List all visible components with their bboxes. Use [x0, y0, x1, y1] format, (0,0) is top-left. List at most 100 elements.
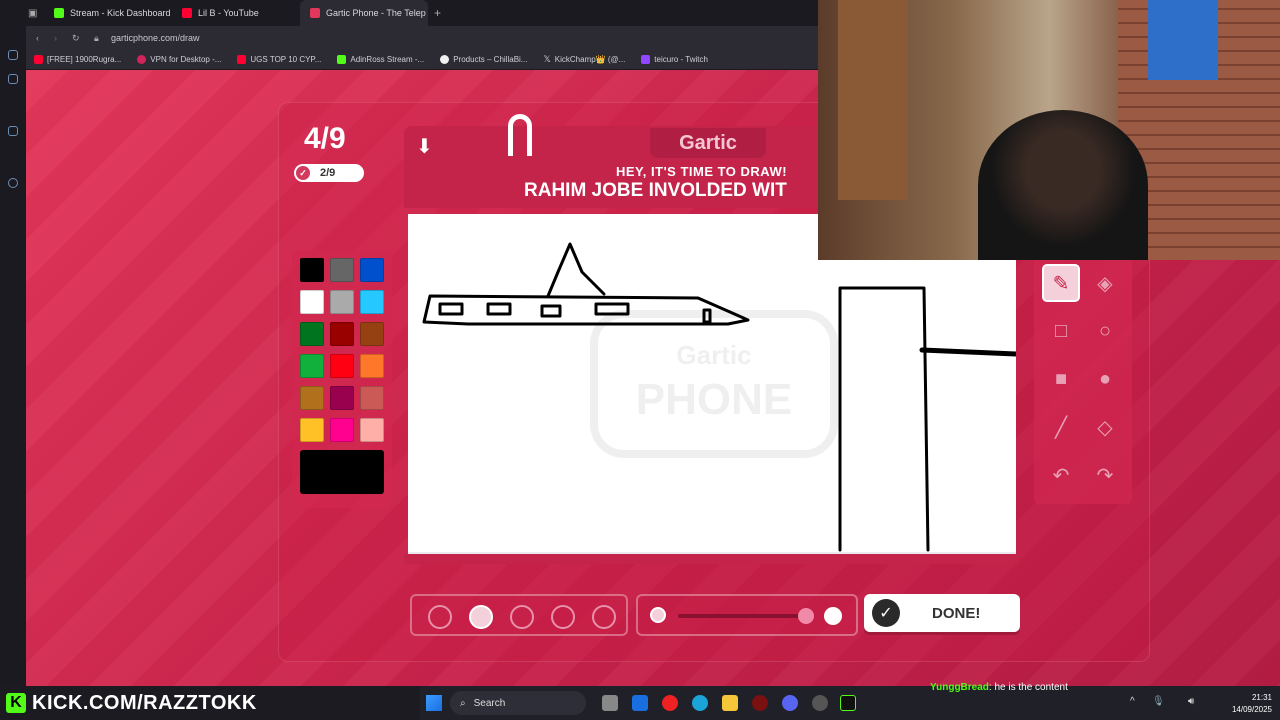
- bookmark-item[interactable]: VPN for Desktop -...: [137, 55, 221, 64]
- chrome-icon[interactable]: [812, 695, 828, 711]
- color-swatch[interactable]: [330, 386, 354, 410]
- explorer-icon[interactable]: [722, 695, 738, 711]
- app-icon[interactable]: [752, 695, 768, 711]
- opera-icon[interactable]: [662, 695, 678, 711]
- tab-youtube[interactable]: Lil B - YouTube: [172, 0, 300, 26]
- volume-icon[interactable]: 🔊︎: [1188, 696, 1194, 707]
- bucket-fill-icon[interactable]: ◇: [1086, 408, 1124, 446]
- sidebar-player-icon[interactable]: [8, 126, 18, 136]
- youtube-icon: [34, 55, 43, 64]
- redo-icon[interactable]: ↷: [1086, 456, 1124, 494]
- mic-icon[interactable]: 🎙︎: [1152, 696, 1165, 707]
- brush-size-1[interactable]: [428, 605, 452, 629]
- youtube-icon: [237, 55, 247, 64]
- sidebar-settings-icon[interactable]: [8, 178, 18, 188]
- twitch-icon: [641, 55, 651, 64]
- gartic-logo: Gartic: [650, 128, 766, 158]
- line-tool-icon[interactable]: ╱: [1042, 408, 1080, 446]
- bookmark-item[interactable]: Products – ChillaBi...: [440, 55, 527, 64]
- forward-icon[interactable]: ›: [54, 33, 57, 43]
- eraser-tool-icon[interactable]: ◈: [1086, 264, 1124, 302]
- download-icon[interactable]: ⬇: [416, 134, 440, 160]
- bookmark-item[interactable]: teicuro - Twitch: [641, 55, 708, 64]
- opacity-low-icon: [650, 607, 666, 623]
- color-swatch[interactable]: [330, 322, 354, 346]
- rectangle-fill-icon[interactable]: ■: [1042, 360, 1080, 398]
- opacity-high-icon: [824, 607, 842, 625]
- tab-kick-dashboard[interactable]: Stream - Kick Dashboard: [44, 0, 172, 26]
- shop-icon: [440, 55, 450, 64]
- color-swatch[interactable]: [360, 386, 384, 410]
- color-swatch[interactable]: [360, 322, 384, 346]
- brush-size-4[interactable]: [551, 605, 575, 629]
- brush-size-5[interactable]: [592, 605, 616, 629]
- browser-sidebar: [0, 26, 26, 686]
- color-swatch[interactable]: [330, 418, 354, 442]
- hook-decoration: [508, 114, 532, 156]
- undo-icon[interactable]: ↶: [1042, 456, 1080, 494]
- slider-handle[interactable]: [798, 608, 814, 624]
- back-icon[interactable]: ‹: [36, 33, 39, 43]
- url-text[interactable]: garticphone.com/draw: [111, 33, 200, 43]
- bookmark-item[interactable]: AdinRoss Stream -...: [337, 55, 424, 64]
- done-button[interactable]: ✓ DONE!: [864, 594, 1020, 632]
- discord-icon[interactable]: [782, 695, 798, 711]
- bookmark-item[interactable]: [FREE] 1900Rugra...: [34, 55, 121, 64]
- new-tab-icon[interactable]: +: [428, 6, 441, 20]
- brush-size-3[interactable]: [510, 605, 534, 629]
- sidebar-bag-icon[interactable]: [8, 74, 18, 84]
- store-icon[interactable]: [632, 695, 648, 711]
- color-swatch[interactable]: [300, 354, 324, 378]
- circle-fill-icon[interactable]: ●: [1086, 360, 1124, 398]
- webcam-door: [838, 0, 908, 200]
- youtube-icon: [182, 8, 192, 18]
- color-swatch[interactable]: [300, 418, 324, 442]
- color-swatch[interactable]: [300, 386, 324, 410]
- drawing-tools: ✎ ◈ □ ○ ■ ● ╱ ◇ ↶ ↷: [1034, 256, 1132, 504]
- color-swatch[interactable]: [300, 258, 324, 282]
- color-swatch[interactable]: [360, 258, 384, 282]
- color-swatch[interactable]: [360, 418, 384, 442]
- color-swatch[interactable]: [360, 354, 384, 378]
- terminal-icon[interactable]: [840, 695, 856, 711]
- brush-size-2[interactable]: [469, 605, 493, 629]
- taskbar-search[interactable]: ⌕ Search: [450, 691, 586, 715]
- color-swatch[interactable]: [330, 354, 354, 378]
- sidebar-messenger-icon[interactable]: [8, 50, 18, 60]
- color-swatch[interactable]: [300, 322, 324, 346]
- check-icon: ✓: [296, 166, 310, 180]
- opacity-slider[interactable]: [636, 594, 858, 636]
- gartic-icon: [310, 8, 320, 18]
- stream-brand-overlay: K KICK.COM/RAZZTOKK: [0, 686, 420, 720]
- color-swatch[interactable]: [300, 290, 324, 314]
- rectangle-outline-icon[interactable]: □: [1042, 312, 1080, 350]
- circle-outline-icon[interactable]: ○: [1086, 312, 1124, 350]
- edge-icon[interactable]: [692, 695, 708, 711]
- bookmark-item[interactable]: 𝕏 KickChamp👑 (@...: [543, 54, 625, 65]
- windows-start-icon[interactable]: [426, 695, 442, 711]
- canvas-frame: [404, 554, 1020, 564]
- tab-gartic-phone[interactable]: Gartic Phone - The Telep: [300, 0, 428, 26]
- drawing-strokes: Gartic PHONE: [422, 242, 1016, 552]
- players-done-badge: ✓ 2/9: [294, 164, 364, 182]
- tray-chevron-icon[interactable]: ^: [1130, 696, 1135, 707]
- pencil-tool-icon[interactable]: ✎: [1042, 264, 1080, 302]
- brand-url: KICK.COM/RAZZTOKK: [32, 691, 257, 714]
- task-view-icon[interactable]: [602, 695, 618, 711]
- color-swatch[interactable]: [330, 290, 354, 314]
- color-swatch[interactable]: [360, 290, 384, 314]
- round-counter: 4/9: [304, 122, 346, 155]
- drawing-canvas[interactable]: Gartic PHONE: [408, 214, 1016, 558]
- reload-icon[interactable]: ↻: [72, 33, 80, 44]
- check-icon: ✓: [872, 599, 900, 627]
- slider-track: [678, 614, 808, 618]
- streamer-silhouette: [978, 110, 1148, 260]
- bookmark-item[interactable]: UGS TOP 10 CYP...: [237, 55, 321, 64]
- tab-overview-icon[interactable]: ▣: [28, 8, 44, 19]
- color-swatch[interactable]: [330, 258, 354, 282]
- webcam-blue-panel: [1148, 0, 1218, 80]
- taskbar-clock[interactable]: 21:31 14/09/2025: [1222, 692, 1272, 716]
- brush-size-picker: [410, 594, 628, 636]
- vpn-icon: [137, 55, 147, 64]
- address-bar[interactable]: ‹ › ↻ 🔒︎ garticphone.com/draw: [0, 26, 820, 50]
